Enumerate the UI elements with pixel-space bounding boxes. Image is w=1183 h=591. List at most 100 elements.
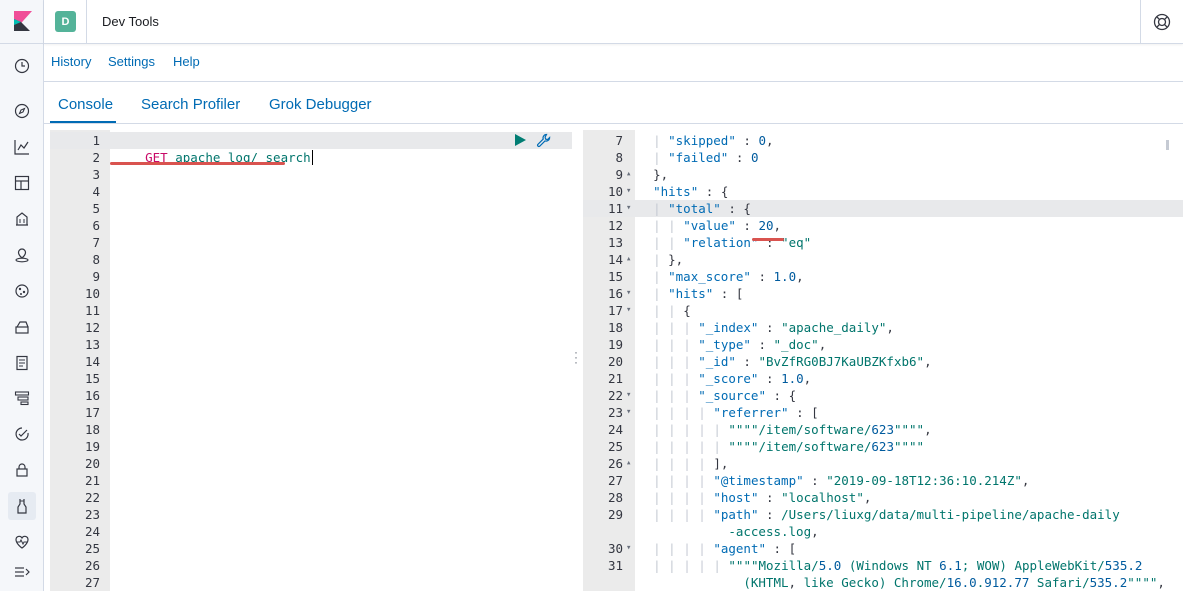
tab-search-profiler[interactable]: Search Profiler [141, 96, 240, 113]
line-number: 27 [84, 575, 100, 590]
line-number: 15 [84, 371, 100, 386]
play-icon[interactable] [513, 133, 527, 147]
security-icon[interactable] [12, 460, 32, 480]
collapse-icon[interactable] [12, 562, 32, 582]
line-number: 14 [84, 354, 100, 369]
line-number: 15 [607, 269, 623, 284]
response-line: | "total" : { [653, 201, 751, 216]
response-scrollbar[interactable] [1166, 140, 1169, 150]
response-line: | "failed" : 0 [653, 150, 759, 165]
wrench-icon[interactable] [536, 133, 552, 149]
line-number: 7 [615, 133, 623, 148]
line-number: 21 [607, 371, 623, 386]
line-number: 23 [84, 507, 100, 522]
response-line: -access.log, [728, 524, 819, 539]
menu-help[interactable]: Help [173, 54, 200, 69]
compass-icon[interactable] [12, 101, 32, 121]
visualize-icon[interactable] [12, 137, 32, 157]
line-number: 2 [92, 150, 100, 165]
request-editor[interactable]: 1 2 3 4 5 6 7 8 9 10 11 12 13 14 15 16 17 18 19 20 21 22 23 24 2… [50, 130, 572, 591]
infra-icon[interactable] [12, 317, 32, 337]
line-number: 19 [607, 337, 623, 352]
menu-history[interactable]: History [51, 54, 91, 69]
line-number: 22 [607, 388, 623, 403]
line-number: 25 [84, 541, 100, 556]
line-number: 10 [607, 184, 623, 199]
logs-icon[interactable] [12, 353, 32, 373]
fold-toggle[interactable]: ▾ [626, 540, 631, 557]
maps-icon[interactable] [12, 245, 32, 265]
clock-icon[interactable] [12, 56, 32, 76]
app-title: Dev Tools [102, 14, 159, 29]
request-line[interactable]: GET apache_log/_search [115, 132, 313, 165]
fold-toggle[interactable]: ▾ [626, 302, 631, 319]
line-number: 11 [84, 303, 100, 318]
line-number: 26 [84, 558, 100, 573]
text-cursor [311, 150, 313, 165]
uptime-icon[interactable] [12, 424, 32, 444]
line-number: 1 [92, 133, 100, 148]
line-number: 29 [607, 507, 623, 522]
response-line: | }, [653, 252, 684, 267]
response-line: | | | | "agent" : [ [653, 541, 797, 556]
line-number: 18 [607, 320, 623, 335]
fold-toggle[interactable]: ▾ [626, 285, 631, 302]
line-number: 18 [84, 422, 100, 437]
fold-toggle[interactable]: ▾ [626, 404, 631, 421]
line-number: 24 [84, 524, 100, 539]
response-line: | | | "_score" : 1.0, [653, 371, 812, 386]
fold-toggle[interactable]: ▴ [626, 166, 631, 183]
line-number: 9 [615, 167, 623, 182]
line-number: 26 [607, 456, 623, 471]
response-line: }, [653, 167, 669, 182]
header-divider-right [1140, 0, 1141, 43]
line-number: 20 [607, 354, 623, 369]
fold-toggle[interactable]: ▴ [626, 251, 631, 268]
line-number: 10 [84, 286, 100, 301]
line-number: 12 [607, 218, 623, 233]
annotation-underline [752, 238, 784, 241]
line-number: 20 [84, 456, 100, 471]
apm-icon[interactable] [12, 388, 32, 408]
header: D Dev Tools [44, 0, 1183, 44]
response-line: | | | | | """"Mozilla/5.0 (Windows NT 6.… [653, 558, 1143, 573]
line-number: 16 [84, 388, 100, 403]
line-number: 6 [92, 218, 100, 233]
line-number: 19 [84, 439, 100, 454]
canvas-icon[interactable] [12, 209, 32, 229]
fold-toggle[interactable]: ▴ [626, 455, 631, 472]
fold-toggle[interactable]: ▾ [626, 183, 631, 200]
response-line: | "hits" : [ [653, 286, 744, 301]
response-line: | | | | "referrer" : [ [653, 405, 819, 420]
space-avatar[interactable]: D [55, 11, 76, 32]
devtools-icon[interactable] [8, 492, 36, 520]
tab-console[interactable]: Console [58, 96, 113, 113]
line-number: 4 [92, 184, 100, 199]
line-number: 23 [607, 405, 623, 420]
kibana-logo[interactable] [12, 11, 32, 31]
response-line: | | | | "host" : "localhost", [653, 490, 872, 505]
response-line: | "max_score" : 1.0, [653, 269, 804, 284]
line-number: 31 [607, 558, 623, 573]
resize-handle[interactable]: · · · [573, 346, 579, 368]
line-number: 30 [607, 541, 623, 556]
response-line: | | | | "path" : /Users/liuxg/data/multi… [653, 507, 1120, 522]
fold-toggle[interactable]: ▾ [626, 200, 631, 217]
monitoring-icon[interactable] [12, 532, 32, 552]
fold-toggle[interactable]: ▾ [626, 387, 631, 404]
response-line: | | "value" : 20, [653, 218, 782, 233]
tab-selected-indicator [50, 121, 116, 123]
line-number: 12 [84, 320, 100, 335]
tab-grok-debugger[interactable]: Grok Debugger [269, 96, 372, 113]
response-line: | | | "_id" : "BvZfRG0BJ7KaUBZKfxb6", [653, 354, 932, 369]
response-editor: 7 | "skipped" : 0, 8 | "failed" : 0 9 ▴ }, 1… [583, 130, 1183, 591]
line-number: 8 [92, 252, 100, 267]
menu-settings[interactable]: Settings [108, 54, 155, 69]
line-number: 3 [92, 167, 100, 182]
line-number: 27 [607, 473, 623, 488]
line-number [583, 523, 623, 540]
dashboard-icon[interactable] [12, 173, 32, 193]
help-icon[interactable] [1153, 13, 1171, 31]
line-number: 9 [92, 269, 100, 284]
ml-icon[interactable] [12, 281, 32, 301]
